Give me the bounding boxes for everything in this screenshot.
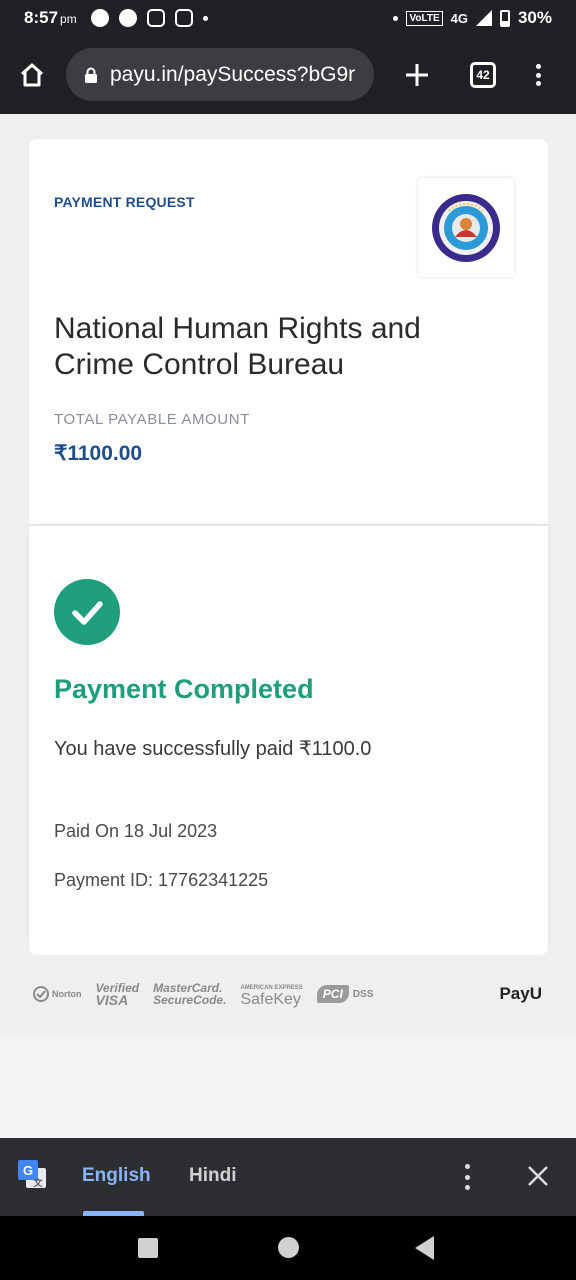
payment-request-card: PAYMENT REQUEST National Human Rights an…: [29, 139, 548, 524]
message-icon: [90, 9, 109, 27]
svg-text:文: 文: [32, 1177, 43, 1188]
page-content: PAYMENT REQUEST National Human Rights an…: [0, 114, 576, 1034]
battery-icon: [499, 9, 510, 27]
home-nav-button[interactable]: [278, 1237, 299, 1258]
translate-bar: G 文 English Hindi: [0, 1138, 576, 1216]
whatsapp-icon: [118, 9, 137, 27]
payment-request-label: PAYMENT REQUEST: [54, 194, 195, 210]
system-nav-bar: [0, 1216, 576, 1280]
total-payable-amount: ₹1100.00: [54, 442, 143, 465]
payu-logo: PayU: [499, 984, 542, 1003]
lock-icon: [85, 67, 97, 83]
notification-icons: [90, 9, 208, 27]
back-button[interactable]: [415, 1236, 434, 1260]
battery-percent: 30%: [517, 8, 552, 27]
check-icon: [72, 601, 103, 625]
success-badge: [54, 579, 120, 645]
payment-success-message: You have successfully paid ₹1100.0: [54, 738, 372, 760]
merchant-name: National Human Rights and Crime Control …: [54, 312, 421, 381]
google-translate-icon[interactable]: G 文: [18, 1160, 48, 1190]
blank-area: [0, 1036, 576, 1138]
trust-badges: Norton Verified VISA MasterCard. SecureC…: [33, 976, 548, 1012]
status-bar: 8:57 pm VoLTE 4G 30%: [0, 0, 576, 36]
translate-more-icon[interactable]: [462, 1164, 472, 1190]
network-type: 4G: [450, 10, 468, 26]
status-dot: [393, 15, 399, 21]
volte-indicator: VoLTE: [406, 10, 443, 26]
more-notifications-dot: [202, 15, 208, 21]
tab-hindi[interactable]: Hindi: [189, 1165, 237, 1187]
recents-button[interactable]: [138, 1238, 158, 1258]
more-vert-icon[interactable]: [528, 58, 548, 92]
amex-safekey-badge: AMERICAN EXPRESS SafeKey: [240, 985, 303, 1008]
new-tab-button[interactable]: [398, 56, 436, 94]
merchant-logo: [418, 178, 514, 277]
pci-dss-badge: PCI DSS: [316, 985, 373, 1003]
payment-id: Payment ID: 17762341225: [54, 870, 269, 890]
url-bar[interactable]: payu.in/paySuccess?bG9r: [66, 48, 374, 101]
home-icon: [20, 63, 44, 87]
instagram-icon: [146, 9, 165, 27]
paid-on-date: Paid On 18 Jul 2023: [54, 821, 218, 841]
instagram-icon-2: [174, 9, 193, 27]
browser-toolbar: payu.in/paySuccess?bG9r 42: [0, 36, 576, 114]
tabs-button[interactable]: 42: [470, 62, 496, 88]
signal-icon: [475, 10, 492, 26]
tab-english[interactable]: English: [82, 1165, 151, 1187]
plus-icon: [406, 64, 428, 86]
total-payable-label: TOTAL PAYABLE AMOUNT: [54, 411, 250, 428]
tab-count: 42: [476, 68, 490, 82]
norton-badge: Norton: [33, 986, 82, 1002]
home-button[interactable]: [0, 36, 64, 114]
payment-status-card: Payment Completed You have successfully …: [29, 526, 548, 955]
verified-visa-badge: Verified VISA: [95, 981, 140, 1008]
merchant-emblem-icon: [432, 193, 500, 262]
mastercard-securecode-badge: MasterCard. SecureCode.: [153, 981, 227, 1007]
payment-completed-title: Payment Completed: [54, 674, 314, 704]
status-time: 8:57 pm: [24, 8, 77, 27]
norton-check-icon: [33, 986, 49, 1002]
svg-text:G: G: [23, 1163, 33, 1178]
url-text: payu.in/paySuccess?bG9r: [110, 62, 356, 86]
close-icon[interactable]: [526, 1164, 550, 1188]
